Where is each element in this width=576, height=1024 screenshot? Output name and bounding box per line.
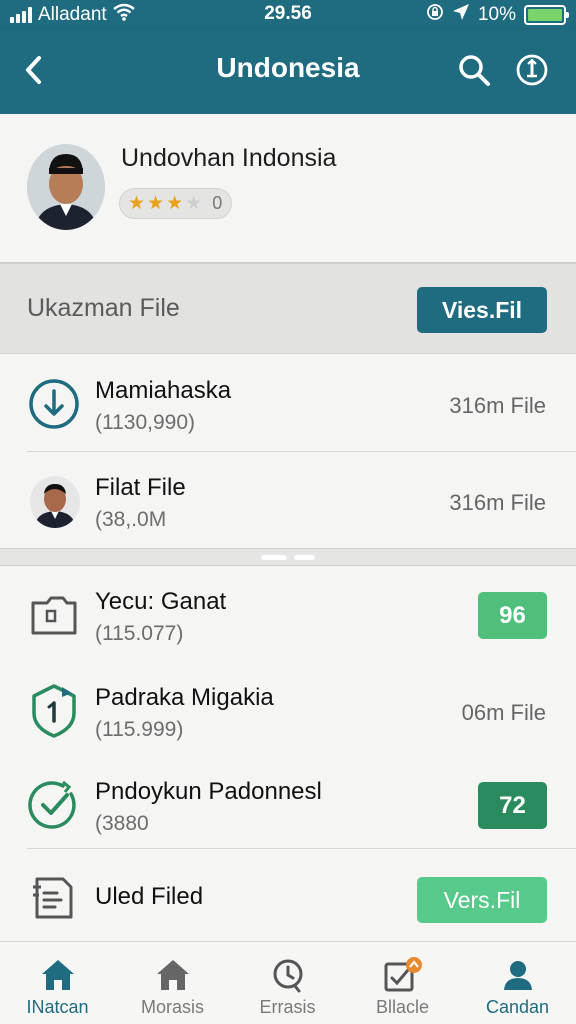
list-item[interactable]: Padraka Migakia (115.999) 06m File (0, 662, 576, 758)
check-circle-icon (27, 778, 81, 832)
page-dot (261, 555, 287, 560)
status-left: Alladant (10, 3, 135, 27)
rotation-lock-icon (426, 3, 444, 27)
page-dot (294, 555, 315, 560)
nav-label: INatcan (26, 997, 89, 1017)
avatar (30, 476, 80, 528)
bottom-nav: INatcan Morasis Errasis Bllacle Candan (0, 941, 576, 1024)
nav-item-errasis[interactable]: Errasis (230, 942, 345, 1024)
info-icon (516, 54, 548, 86)
search-button[interactable] (452, 48, 496, 92)
nav-item-home[interactable]: INatcan (0, 942, 115, 1024)
signal-icon (10, 7, 32, 23)
item-title: Padraka Migakia (95, 684, 274, 711)
status-right: 10% (426, 3, 569, 27)
count-badge: 72 (478, 782, 547, 829)
section-header: Ukazman File Vies.Fil (0, 262, 576, 354)
item-subtitle: (115.077) (95, 622, 184, 645)
clock-icon (230, 956, 345, 994)
file-row[interactable]: Filat File (38,.0M 316m File (0, 452, 576, 548)
document-icon (27, 871, 81, 925)
file-size: 316m File (449, 393, 546, 418)
section-separator (0, 548, 576, 566)
profile-card: Undovhan Indonsia ★ ★ ★ ★ 0 (0, 114, 576, 262)
item-subtitle: (115.999) (95, 718, 184, 741)
list-item[interactable]: Uled Filed Vers.Fil (0, 849, 576, 941)
item-title: Pndoykun Padonnesl (95, 778, 322, 805)
file-subtitle: (1130,990) (95, 411, 196, 434)
item-title: Yecu: Ganat (95, 588, 227, 615)
star-empty-icon: ★ (185, 193, 203, 214)
home-icon (115, 956, 230, 994)
app-bar: Undonesia (0, 30, 576, 114)
user-icon (460, 956, 575, 994)
item-title: Uled Filed (95, 883, 204, 910)
file-row[interactable]: Mamiahaska (1130,990) 316m File (0, 355, 576, 451)
nav-label: Errasis (259, 997, 316, 1017)
file-subtitle: (38,.0M (95, 508, 167, 531)
profile-name: Undovhan Indonsia (121, 144, 337, 172)
rating-badge: ★ ★ ★ ★ 0 (119, 188, 232, 219)
file-title: Mamiahaska (95, 377, 232, 404)
info-button[interactable] (510, 48, 554, 92)
search-icon (459, 55, 490, 86)
list-item[interactable]: Yecu: Ganat (115.077) 96 (0, 566, 576, 662)
nav-item-bllacle[interactable]: Bllacle (345, 942, 460, 1024)
file-size: 316m File (449, 490, 546, 515)
list-item[interactable]: Pndoykun Padonnesl (3880 72 (0, 756, 576, 852)
location-icon (452, 3, 470, 27)
star-icon: ★ (166, 193, 184, 214)
avatar[interactable] (27, 144, 105, 230)
download-icon (27, 377, 81, 431)
status-bar: Alladant 29.56 10% (0, 0, 576, 30)
nav-item-morasis[interactable]: Morasis (115, 942, 230, 1024)
file-title: Filat File (95, 474, 186, 501)
view-file-button[interactable]: Vies.Fil (417, 287, 547, 333)
star-icon: ★ (147, 193, 165, 214)
star-icon: ★ (128, 193, 146, 214)
carrier-label: Alladant (38, 4, 107, 25)
battery-icon (524, 5, 569, 25)
view-file-button[interactable]: Vers.Fil (417, 877, 547, 923)
wifi-icon (112, 3, 135, 27)
edit-box-icon (345, 956, 460, 994)
section-title: Ukazman File (27, 294, 180, 322)
nav-item-candan[interactable]: Candan (460, 942, 575, 1024)
item-subtitle: (3880 (95, 812, 149, 835)
shield-icon (27, 684, 81, 738)
nav-label: Candan (485, 997, 550, 1017)
rating-count: 0 (212, 193, 223, 213)
count-badge: 96 (478, 592, 547, 639)
nav-label: Bllacle (375, 997, 430, 1017)
nav-label: Morasis (140, 997, 204, 1017)
home-icon (0, 956, 115, 994)
folder-icon (27, 588, 81, 642)
item-size: 06m File (461, 700, 546, 725)
battery-label: 10% (477, 4, 516, 25)
